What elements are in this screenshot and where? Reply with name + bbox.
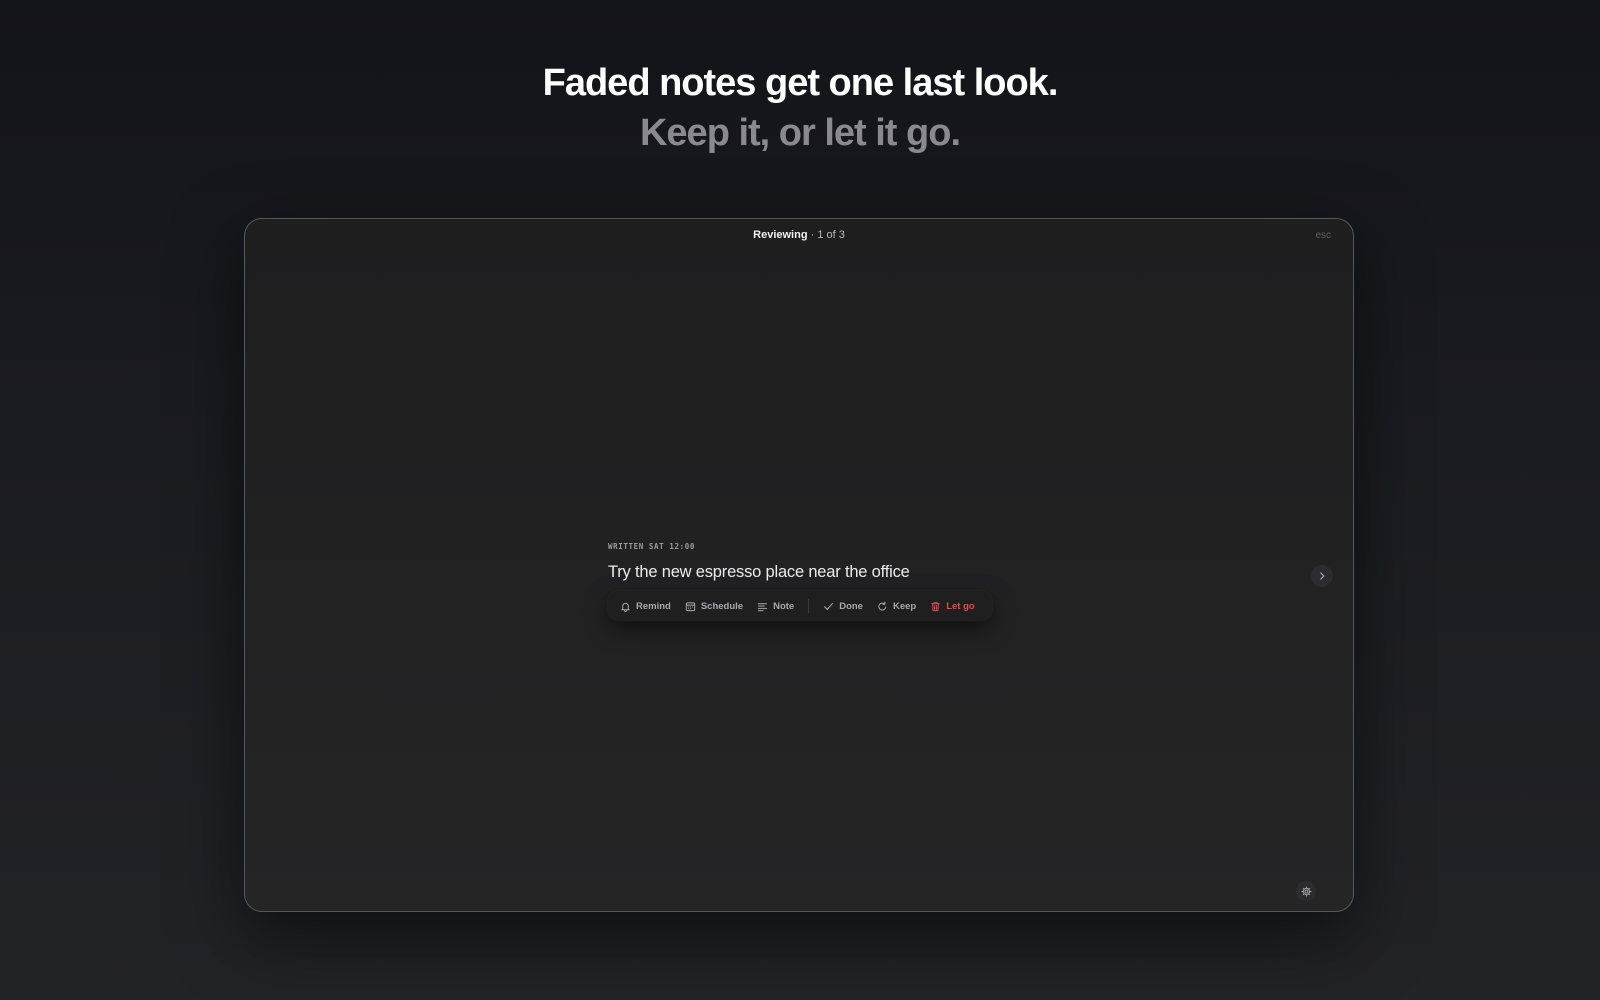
next-note-button[interactable] — [1311, 565, 1333, 587]
review-window: Reviewing · 1 of 3 esc WRITTEN SAT 12:00… — [244, 218, 1354, 912]
calendar-icon — [685, 601, 695, 611]
keep-label: Keep — [892, 600, 917, 612]
schedule-label: Schedule — [700, 600, 744, 612]
esc-hint[interactable]: esc — [1315, 230, 1331, 241]
schedule-button[interactable]: Schedule — [685, 596, 743, 616]
check-icon — [824, 602, 834, 610]
hero-headline: Faded notes get one last look. Keep it, … — [0, 58, 1600, 158]
lines-icon — [757, 602, 768, 611]
hero-title: Faded notes get one last look. — [542, 62, 1059, 104]
note-card: WRITTEN SAT 12:00 Try the new espresso p… — [608, 541, 1008, 583]
let-go-button[interactable]: Let go — [930, 596, 975, 616]
gear-icon — [1300, 885, 1312, 897]
window-title: Reviewing · 1 of 3 — [245, 229, 1353, 241]
chevron-right-icon — [1320, 572, 1325, 580]
note-button[interactable]: Note — [757, 596, 794, 616]
note-text: Try the new espresso place near the offi… — [608, 563, 910, 581]
let-go-label: Let go — [946, 600, 975, 612]
hero-subtitle: Keep it, or let it go. — [639, 112, 961, 154]
remind-button[interactable]: Remind — [620, 596, 671, 616]
toolbar-divider — [808, 599, 810, 613]
note-label: Note — [773, 600, 795, 612]
done-button[interactable]: Done — [823, 596, 863, 616]
window-title-status: Reviewing — [753, 229, 808, 241]
remind-label: Remind — [636, 600, 671, 612]
done-label: Done — [839, 600, 863, 612]
trash-icon — [931, 601, 941, 611]
note-timestamp: WRITTEN SAT 12:00 — [608, 542, 695, 551]
window-title-progress: · 1 of 3 — [807, 229, 845, 241]
note-action-toolbar: Remind Schedule Note Done Keep Let go — [608, 591, 992, 621]
settings-button[interactable] — [1296, 881, 1316, 901]
keep-button[interactable]: Keep — [877, 596, 916, 616]
rotate-icon — [878, 601, 887, 611]
bell-icon — [621, 602, 630, 612]
